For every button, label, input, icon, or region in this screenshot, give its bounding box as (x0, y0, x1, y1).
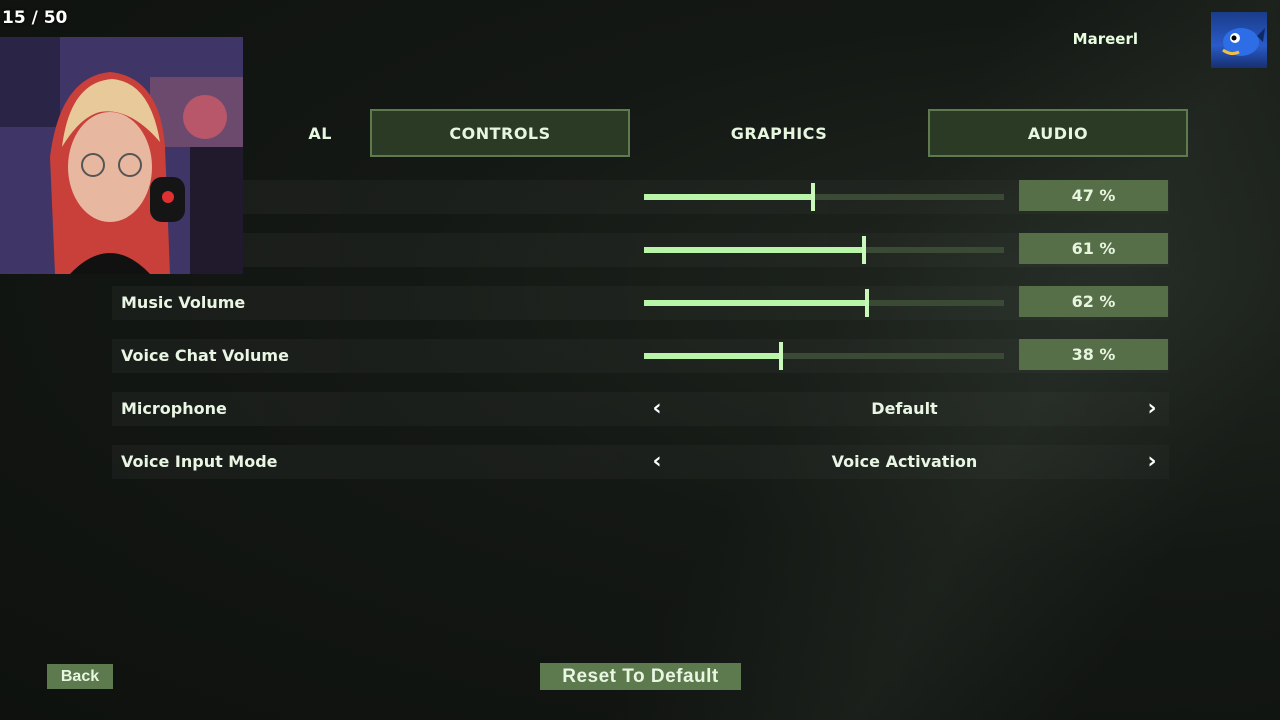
chevron-right-icon[interactable]: › (1142, 392, 1162, 426)
chevron-right-icon[interactable]: › (1142, 445, 1162, 479)
selector-row-microphone: Microphone ‹ Default › (112, 392, 1169, 426)
slider-row-voice-chat-volume: Voice Chat Volume 38 % (112, 339, 1169, 373)
settings-screen: ns AL CONTROLS GRAPHICS AUDIO 47 % c 61 … (0, 0, 1280, 720)
slider-handle[interactable] (861, 236, 866, 264)
fish-avatar-icon (1222, 28, 1265, 56)
volume-slider[interactable] (644, 236, 1004, 264)
slider-handle[interactable] (811, 183, 816, 211)
slider-value: 61 % (1019, 233, 1168, 264)
chevron-left-icon[interactable]: ‹ (647, 445, 667, 479)
reset-to-default-button[interactable]: Reset To Default (540, 663, 741, 690)
back-button[interactable]: Back (47, 664, 113, 689)
slider-value: 38 % (1019, 339, 1168, 370)
slider-value: 47 % (1019, 180, 1168, 211)
slider-fill (644, 194, 814, 200)
slider-handle[interactable] (778, 342, 783, 370)
selector-value: Default (871, 399, 938, 418)
settings-tabs: AL CONTROLS GRAPHICS AUDIO (92, 109, 1189, 157)
avatar (1211, 12, 1267, 68)
tab-label: AUDIO (1027, 123, 1089, 143)
user-name: Mareerl (1072, 30, 1138, 48)
chevron-left-icon[interactable]: ‹ (647, 392, 667, 426)
slider-label: Voice Chat Volume (121, 346, 289, 365)
slider-fill (644, 353, 781, 359)
slider-row: 47 % (112, 180, 1169, 214)
volume-slider[interactable] (644, 183, 1004, 211)
tab-controls[interactable]: CONTROLS (370, 109, 630, 157)
selector-value: Voice Activation (831, 452, 978, 471)
slider-row-music-volume: Music Volume 62 % (112, 286, 1169, 320)
tab-audio[interactable]: AUDIO (928, 109, 1188, 157)
tab-label: GRAPHICS (730, 123, 828, 143)
selector-row-voice-input-mode: Voice Input Mode ‹ Voice Activation › (112, 445, 1169, 479)
tab-graphics[interactable]: GRAPHICS (649, 109, 909, 157)
selector-label: Microphone (121, 399, 227, 418)
streamer-webcam-image (0, 37, 243, 274)
slide-counter: 15 / 50 (2, 8, 68, 28)
slider-fill (644, 300, 868, 306)
music-volume-slider[interactable] (644, 289, 1004, 317)
slider-handle[interactable] (865, 289, 870, 317)
tab-label: CONTROLS (449, 123, 551, 143)
slider-row: c 61 % (112, 233, 1169, 267)
slider-fill (644, 247, 864, 253)
slider-label: Music Volume (121, 293, 246, 312)
voice-chat-volume-slider[interactable] (644, 342, 1004, 370)
selector-label: Voice Input Mode (121, 452, 278, 471)
slider-value: 62 % (1019, 286, 1168, 317)
tab-label: AL (308, 123, 332, 143)
webcam-overlay (0, 37, 243, 274)
